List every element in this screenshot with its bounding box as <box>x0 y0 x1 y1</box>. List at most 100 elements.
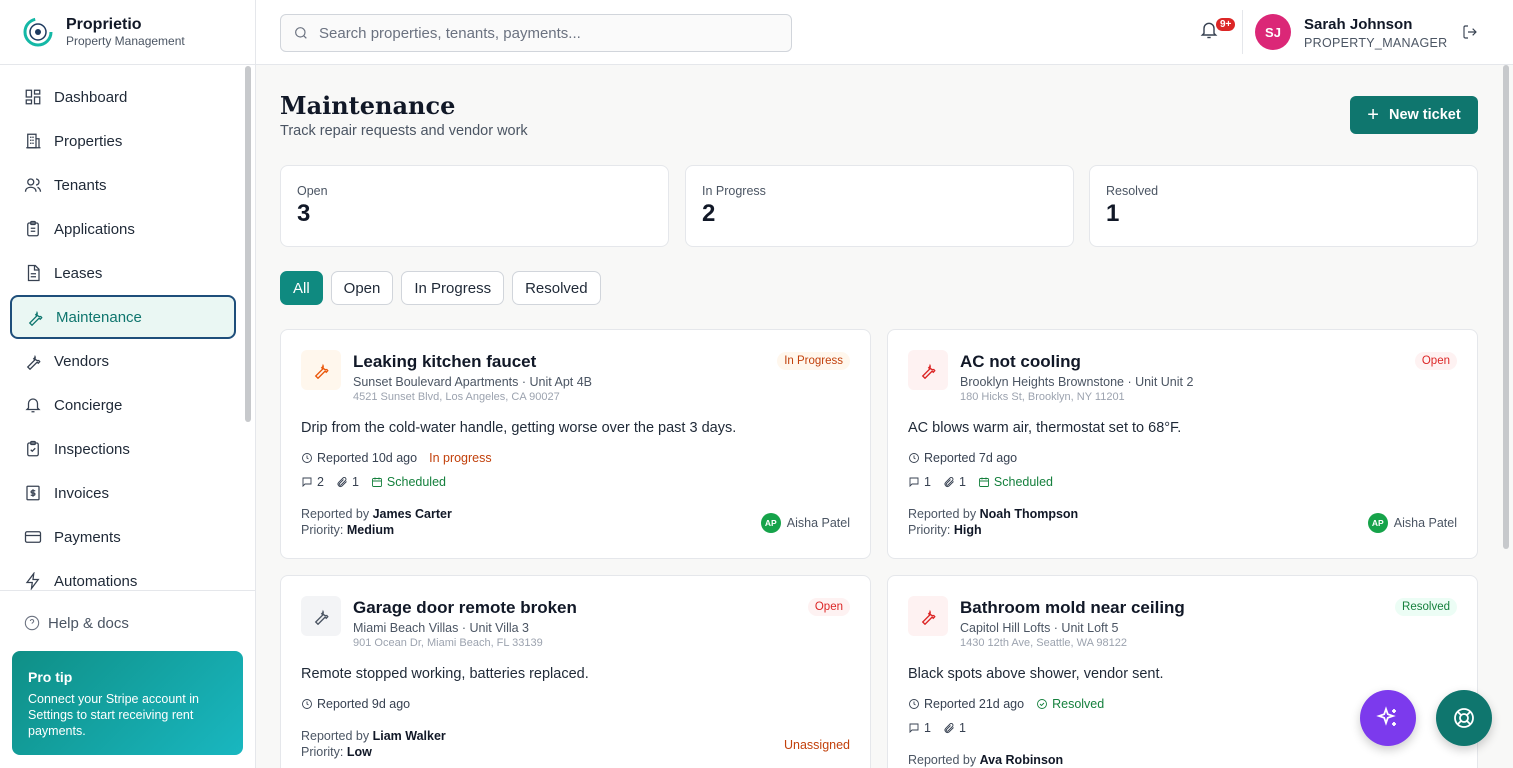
sidebar-item-applications[interactable]: Applications <box>10 207 236 251</box>
reported-time: Reported 9d ago <box>317 697 411 711</box>
logo-icon <box>23 17 53 47</box>
brand-name: Proprietio <box>66 16 142 33</box>
search-input[interactable] <box>319 24 779 42</box>
stat-label: Open <box>297 184 328 198</box>
bell-icon <box>25 398 41 413</box>
comments-count: 1 <box>908 475 931 489</box>
clock-icon <box>909 453 919 463</box>
priority-prefix: Priority: <box>301 745 344 759</box>
help-docs-link[interactable]: Help & docs <box>0 591 255 655</box>
ticket-property: Miami Beach Villas · Unit Villa 3 <box>353 621 529 635</box>
ai-assistant-button[interactable] <box>1360 690 1416 746</box>
ticket-description: Black spots above shower, vendor sent. <box>908 666 1164 682</box>
sidebar-item-label: Automations <box>54 572 138 590</box>
new-ticket-button[interactable]: + New ticket <box>1350 96 1478 134</box>
bolt-icon <box>25 572 40 590</box>
assignee-avatar: AP <box>1367 513 1388 533</box>
support-button[interactable] <box>1436 690 1492 746</box>
stat-value: 1 <box>1106 200 1120 227</box>
sidebar-item-invoices[interactable]: Invoices <box>10 471 236 515</box>
paperclip-icon <box>337 477 347 487</box>
avatar[interactable]: SJ <box>1255 14 1291 50</box>
sidebar-item-leases[interactable]: Leases <box>10 251 236 295</box>
filter-open[interactable]: Open <box>330 271 394 305</box>
sidebar-item-label: Properties <box>54 132 123 150</box>
ticket-assignee[interactable]: AP Aisha Patel <box>760 513 850 533</box>
brand[interactable]: Proprietio Property Management <box>0 0 255 65</box>
ticket-priority: Priority: Medium <box>301 523 394 537</box>
ticket-icon-box <box>301 350 341 390</box>
sparkles-icon <box>1376 706 1396 726</box>
priority-value: Low <box>346 745 372 759</box>
sidebar: Proprietio Property Management Dashboard… <box>0 0 256 768</box>
comment-icon <box>909 723 919 734</box>
ticket-meta: Reported 21d ago Resolved <box>908 697 1104 711</box>
wrench-icon <box>314 363 329 379</box>
sidebar-item-payments[interactable]: Payments <box>10 515 236 559</box>
calendar-icon <box>371 477 382 487</box>
ticket-icon-box <box>301 596 341 636</box>
ticket-status-label: Resolved <box>1052 697 1105 711</box>
assignee-avatar: AP <box>760 513 781 533</box>
sidebar-item-label: Concierge <box>54 396 123 414</box>
wrench-icon <box>28 310 43 326</box>
sidebar-item-inspections[interactable]: Inspections <box>10 427 236 471</box>
sidebar-item-label: Dashboard <box>54 88 128 106</box>
sidebar-item-concierge[interactable]: Concierge <box>10 383 236 427</box>
sidebar-item-label: Leases <box>54 264 103 282</box>
comments-count-value: 2 <box>317 475 324 489</box>
wrench-icon <box>921 363 936 379</box>
ticket-reporter: Reported by Ava Robinson <box>908 753 1063 767</box>
clock-icon <box>302 699 312 709</box>
new-ticket-label: New ticket <box>1388 107 1461 123</box>
filter-in-progress[interactable]: In Progress <box>401 271 505 305</box>
main-scrollbar[interactable] <box>1503 65 1509 549</box>
ticket-counts: 2 1 Scheduled <box>301 475 446 489</box>
logout-button[interactable] <box>1462 24 1478 45</box>
stat-card-resolved: Resolved 1 <box>1089 165 1478 247</box>
clock-icon <box>909 699 919 709</box>
user-name: Sarah Johnson <box>1304 16 1413 33</box>
ticket-meta: Reported 10d ago In progress <box>301 451 492 465</box>
sidebar-scrollbar[interactable] <box>245 66 251 422</box>
filter-all[interactable]: All <box>280 271 323 305</box>
ticket-address: 180 Hicks St, Brooklyn, NY 11201 <box>960 391 1125 403</box>
stat-card-in-progress: In Progress 2 <box>685 165 1074 247</box>
filter-resolved[interactable]: Resolved <box>512 271 601 305</box>
plus-icon: + <box>1367 104 1379 126</box>
sidebar-item-dashboard[interactable]: Dashboard <box>10 75 236 119</box>
sidebar-item-label: Payments <box>54 528 121 546</box>
pro-tip-card: Pro tip Connect your Stripe account in S… <box>12 651 243 755</box>
sidebar-item-tenants[interactable]: Tenants <box>10 163 236 207</box>
building-icon <box>26 133 41 149</box>
comments-count: 2 <box>301 475 324 489</box>
stat-label: In Progress <box>702 184 766 198</box>
header-divider <box>1242 10 1243 54</box>
priority-prefix: Priority: <box>908 523 951 537</box>
assignee-unassigned[interactable]: Unassigned <box>784 738 850 752</box>
calendar-icon <box>978 477 989 487</box>
sidebar-item-properties[interactable]: Properties <box>10 119 236 163</box>
ticket-title: Leaking kitchen faucet <box>353 352 537 371</box>
ticket-title: Garage door remote broken <box>353 598 577 617</box>
comments-count-value: 1 <box>924 721 931 735</box>
ticket-assignee[interactable]: AP Aisha Patel <box>1367 513 1457 533</box>
ticket-card[interactable]: Leaking kitchen faucet Sunset Boulevard … <box>280 329 871 559</box>
ticket-address: 1430 12th Ave, Seattle, WA 98122 <box>960 637 1127 649</box>
ticket-meta: Reported 7d ago <box>908 451 1017 465</box>
assignee-name: Aisha Patel <box>1393 516 1457 530</box>
ticket-card[interactable]: Garage door remote broken Miami Beach Vi… <box>280 575 871 768</box>
search-box[interactable] <box>280 14 792 52</box>
sidebar-item-vendors[interactable]: Vendors <box>10 339 236 383</box>
paperclip-icon <box>944 723 954 733</box>
sidebar-item-maintenance[interactable]: Maintenance <box>10 295 236 339</box>
scheduled-status: Scheduled <box>978 475 1053 489</box>
stat-card-open: Open 3 <box>280 165 669 247</box>
sidebar-nav: Dashboard Properties Tenants Application… <box>10 75 236 603</box>
attachments-count-value: 1 <box>958 721 966 735</box>
reporter-name: Ava Robinson <box>979 753 1064 767</box>
stat-label: Resolved <box>1106 184 1159 198</box>
pro-tip-text: Connect your Stripe account in Settings … <box>28 692 199 738</box>
ticket-card[interactable]: AC not cooling Brooklyn Heights Brownsto… <box>887 329 1478 559</box>
ticket-reporter: Reported by Noah Thompson <box>908 507 1078 521</box>
